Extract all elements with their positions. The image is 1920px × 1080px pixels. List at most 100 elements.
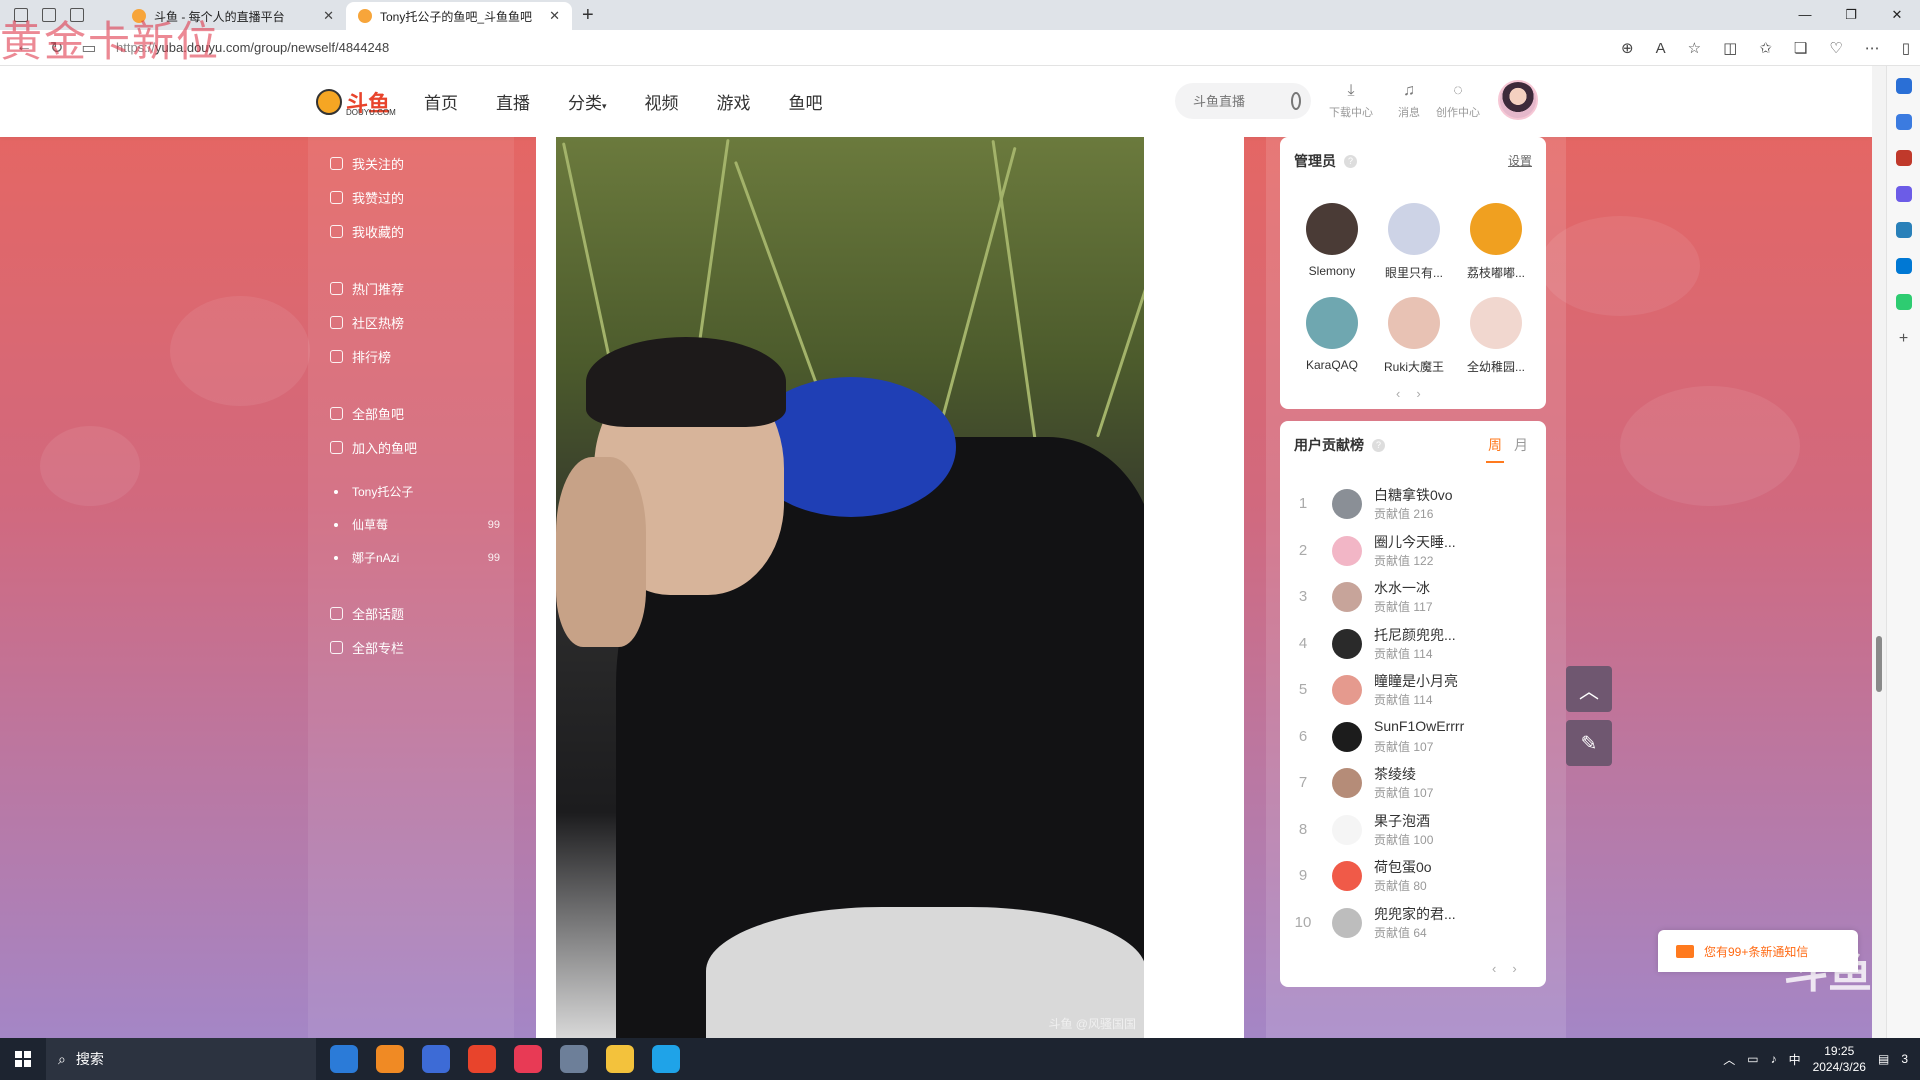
menu-joined-yuba[interactable]: 加入的鱼吧 [330,438,417,457]
joined-yuba-item[interactable]: 仙草莓 99 [334,516,500,533]
menu-favorites[interactable]: 我收藏的 [330,222,404,241]
browser-tab-douyu-home[interactable]: 斗鱼 - 每个人的直播平台 ✕ [120,2,346,30]
notification-toast[interactable]: 您有99+条新通知信 [1658,930,1858,972]
rank-row[interactable]: 4 托尼颜兜兜... 贡献值 114 [1280,621,1546,667]
taskbar-app-icon[interactable] [422,1045,450,1073]
restore-button[interactable]: ❐ [1828,0,1874,30]
messages[interactable]: ♫ 消息 [1398,82,1420,120]
taskbar-app-icon[interactable] [376,1045,404,1073]
url-field[interactable]: https://yuba.douyu.com/group/newself/484… [116,40,389,55]
tab-week[interactable]: 周 [1486,435,1504,463]
search-icon[interactable] [1895,78,1912,94]
close-window-button[interactable]: ✕ [1874,0,1920,30]
admin-item[interactable]: Ruki大魔王 [1374,297,1454,375]
back-to-top-button[interactable]: ︿ [1566,666,1612,712]
copilot-icon[interactable] [1895,114,1912,130]
taskbar-app-icon[interactable] [330,1045,358,1073]
network-icon[interactable]: ▭ [1747,1052,1758,1066]
admin-settings-link[interactable]: 设置 [1508,152,1532,169]
search-input[interactable] [1193,93,1283,109]
send-icon[interactable] [1895,294,1912,310]
chevron-left-icon[interactable]: ‹ [1396,386,1400,401]
taskbar-app-icon[interactable] [606,1045,634,1073]
ime-indicator[interactable]: 中 [1789,1051,1801,1068]
menu-all-yuba[interactable]: 全部鱼吧 [330,404,404,423]
tools-icon[interactable] [1895,150,1912,166]
joined-yuba-item[interactable]: Tony托公子 [334,483,500,500]
refresh-icon[interactable]: ↻ [50,38,63,58]
help-icon[interactable]: ? [1372,438,1385,452]
taskbar-app-icon[interactable] [652,1045,680,1073]
favorite-star-icon[interactable]: ☆ [1688,39,1701,57]
close-tab-icon[interactable]: ✕ [323,8,334,24]
taskbar-app-icon[interactable] [514,1045,542,1073]
tab-actions-icon[interactable] [70,8,84,22]
add-icon[interactable]: + [1899,330,1908,348]
rank-row[interactable]: 7 茶绫绫 贡献值 107 [1280,760,1546,806]
games-icon[interactable] [1895,186,1912,202]
admin-item[interactable]: KaraQAQ [1292,297,1372,372]
rank-row[interactable]: 2 圈儿今天睡... 贡献值 122 [1280,528,1546,574]
sidebar-toggle-icon[interactable]: ▯ [1902,39,1910,57]
nav-category[interactable]: 分类▾ [568,89,607,114]
browser-tab-yuba[interactable]: Tony托公子的鱼吧_斗鱼鱼吧 ✕ [346,2,572,30]
new-tab-button[interactable]: + [582,4,594,27]
rank-row[interactable]: 6 SunF1OwErrrr 贡献值 107 [1280,714,1546,760]
tray-chevron-icon[interactable]: ︿ [1723,1051,1735,1068]
taskbar-app-icon[interactable] [468,1045,496,1073]
menu-community-hot[interactable]: 社区热榜 [330,313,404,332]
lock-icon[interactable]: ▭ [81,38,96,58]
menu-liked[interactable]: 我赞过的 [330,188,404,207]
nav-live[interactable]: 直播 [496,89,530,114]
tab-month[interactable]: 月 [1514,435,1528,455]
post-photo[interactable]: 斗鱼 @风骚国国 [556,137,1144,1038]
creator-center[interactable]: ◌ 创作中心 [1436,82,1480,120]
chevron-right-icon[interactable]: › [1416,386,1420,401]
help-icon[interactable]: ? [1344,154,1357,168]
admin-item[interactable]: Slemony [1292,203,1372,278]
rank-row[interactable]: 10 兜兜家的君... 贡献值 64 [1280,900,1546,946]
chevron-left-icon[interactable]: ‹ [1492,961,1496,976]
close-tab-icon[interactable]: ✕ [549,8,560,24]
more-icon[interactable]: ⋯ [1865,39,1880,57]
menu-hot[interactable]: 热门推荐 [330,279,404,298]
douyu-logo[interactable]: 斗鱼 DOUYU.COM [316,86,396,118]
profile-icon[interactable] [14,8,28,22]
user-avatar[interactable] [1498,80,1538,120]
rank-row[interactable]: 5 瞳瞳是小月亮 贡献值 114 [1280,667,1546,713]
taskbar-search[interactable]: ⌕ 搜索 [46,1038,316,1080]
clock[interactable]: 19:25 2024/3/26 [1813,1043,1866,1075]
start-button[interactable] [0,1051,46,1067]
rank-row[interactable]: 3 水水一冰 贡献值 117 [1280,574,1546,620]
back-icon[interactable]: ← [16,38,32,58]
joined-yuba-item[interactable]: 娜子nAzi 99 [334,549,500,566]
collections-icon[interactable]: ❏ [1794,39,1807,57]
admin-item[interactable]: 眼里只有... [1374,203,1454,281]
rank-row[interactable]: 1 白糖拿铁0vo 贡献值 216 [1280,481,1546,527]
outlook-icon[interactable] [1895,258,1912,274]
scroll-thumb[interactable] [1876,636,1882,692]
admin-item[interactable]: 荔枝嘟嘟... [1456,203,1536,281]
taskbar-app-icon[interactable] [560,1045,588,1073]
extensions-icon[interactable]: ♡ [1829,39,1842,57]
search-icon[interactable] [1291,92,1301,110]
chevron-right-icon[interactable]: › [1512,961,1516,976]
favorites-icon[interactable]: ✩ [1759,39,1772,57]
nav-yuba[interactable]: 鱼吧 [789,89,823,114]
workspaces-icon[interactable] [42,8,56,22]
office-icon[interactable] [1895,222,1912,238]
admin-item[interactable]: 全幼稚园... [1456,297,1536,375]
zoom-icon[interactable]: ⊕ [1621,39,1634,57]
notification-center-icon[interactable]: ▤ [1878,1052,1889,1066]
minimize-button[interactable]: — [1782,0,1828,30]
read-aloud-icon[interactable]: A [1656,40,1666,57]
nav-video[interactable]: 视频 [645,89,679,114]
menu-ranking[interactable]: 排行榜 [330,347,391,366]
menu-following[interactable]: 我关注的 [330,154,404,173]
page-scrollbar[interactable] [1872,66,1886,1038]
nav-games[interactable]: 游戏 [717,89,751,114]
menu-all-topics[interactable]: 全部话题 [330,604,404,623]
rank-row[interactable]: 8 果子泡酒 贡献值 100 [1280,807,1546,853]
split-screen-icon[interactable]: ◫ [1723,39,1737,57]
compose-button[interactable]: ✎ [1566,720,1612,766]
